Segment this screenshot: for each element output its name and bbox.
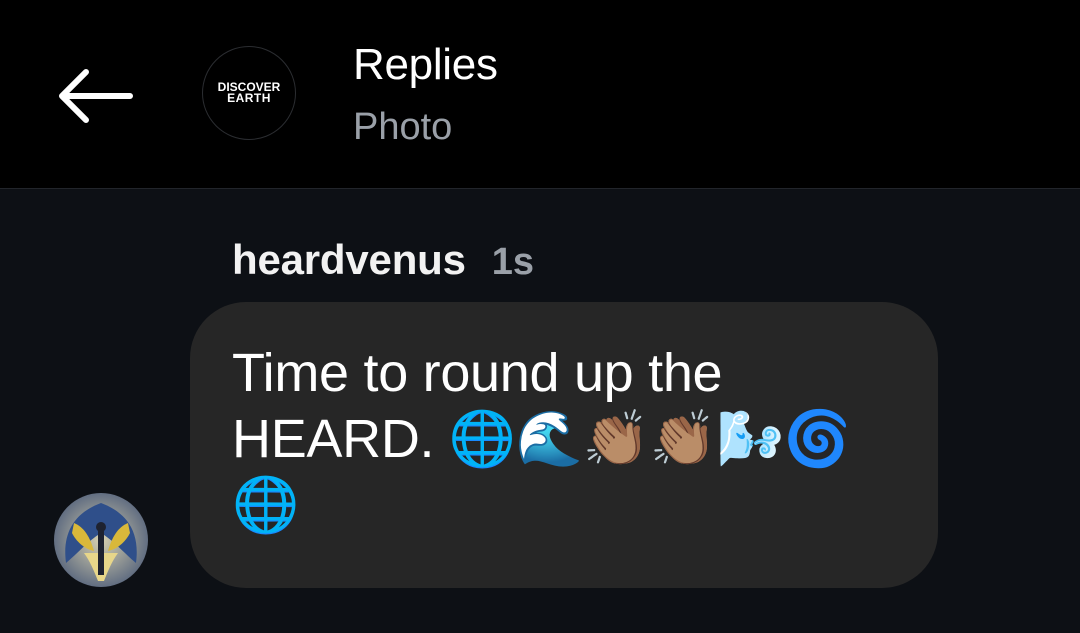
reply-meta: heardvenus 1s: [232, 236, 534, 284]
logo-line-2: EARTH: [227, 91, 271, 105]
user-avatar[interactable]: [54, 493, 148, 587]
top-bar: DISCOVER EARTH Replies Photo: [0, 0, 1080, 189]
page-title: Replies: [353, 40, 498, 89]
reply-message: Time to round up the HEARD. 🌐🌊👏🏽👏🏽🌬️🌀🌐: [232, 343, 851, 535]
reply-bubble[interactable]: Time to round up the HEARD. 🌐🌊👏🏽👏🏽🌬️🌀🌐: [190, 302, 938, 588]
page-subtitle: Photo: [353, 106, 453, 148]
back-button[interactable]: [48, 60, 140, 132]
reply-username[interactable]: heardvenus: [232, 236, 466, 284]
avatar-image: [54, 493, 148, 587]
account-avatar[interactable]: DISCOVER EARTH: [202, 46, 296, 140]
arrow-left-icon: [59, 69, 133, 123]
reply-timestamp: 1s: [491, 241, 535, 283]
